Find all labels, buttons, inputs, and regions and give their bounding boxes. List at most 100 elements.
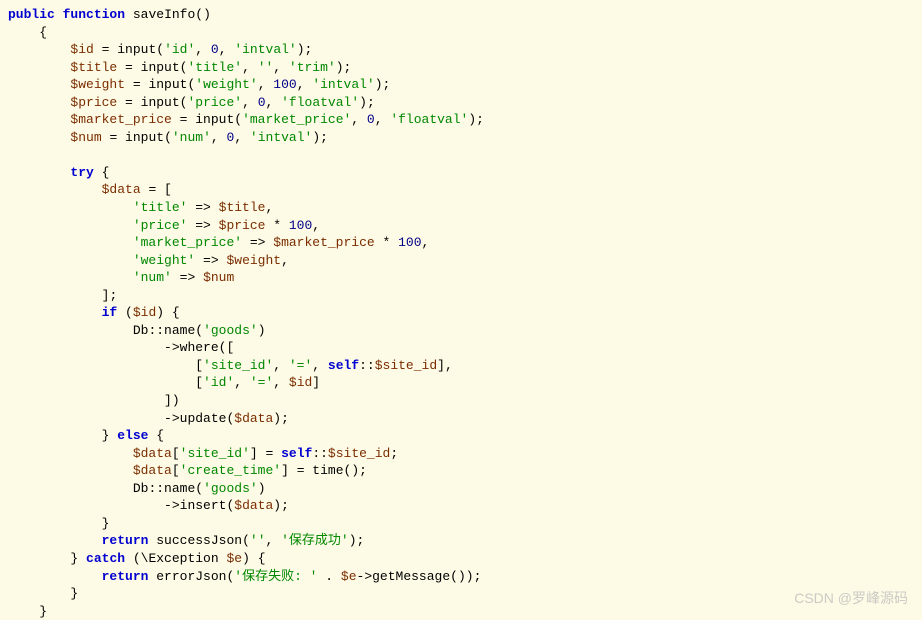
p: , [242, 95, 258, 110]
p: ; [390, 446, 398, 461]
p: ( [242, 533, 250, 548]
p: :: [148, 481, 164, 496]
var: $data [234, 498, 273, 513]
var: $data [133, 463, 172, 478]
p: ] [437, 358, 445, 373]
code-block: public function saveInfo() { $id = input… [8, 6, 914, 620]
fn: errorJson [156, 569, 226, 584]
p: , [273, 60, 289, 75]
p: ( [234, 112, 242, 127]
op: => [195, 253, 226, 268]
fn-name: saveInfo [133, 7, 195, 22]
op: = [94, 42, 117, 57]
p: :: [312, 446, 328, 461]
var: $data [102, 182, 141, 197]
str: 'price' [133, 218, 188, 233]
p: , [265, 200, 273, 215]
str: 'id' [164, 42, 195, 57]
p: , [242, 60, 258, 75]
str: 'title' [133, 200, 188, 215]
str: '保存成功' [281, 533, 349, 548]
p: :: [359, 358, 375, 373]
p: [ [172, 446, 180, 461]
kw: self [281, 446, 312, 461]
p: ( [117, 305, 133, 320]
str: 'site_id' [203, 358, 273, 373]
p: [ [172, 463, 180, 478]
p: } [102, 516, 110, 531]
str: '保存失败: ' [234, 569, 317, 584]
num: 0 [258, 95, 266, 110]
kw: try [70, 165, 93, 180]
var: $price [219, 218, 266, 233]
p: ) [336, 60, 344, 75]
p: , [273, 375, 289, 390]
p: ) [258, 481, 266, 496]
var: $market_price [70, 112, 171, 127]
p: ) { [242, 551, 265, 566]
p: ) [312, 130, 320, 145]
var: $e [341, 569, 357, 584]
kw: return [102, 569, 149, 584]
p: ) [468, 112, 476, 127]
op: = [258, 446, 281, 461]
var: $price [70, 95, 117, 110]
var: $data [133, 446, 172, 461]
str: '=' [250, 375, 273, 390]
p: , [211, 130, 227, 145]
p: ) [258, 323, 266, 338]
p: ; [476, 112, 484, 127]
var: $site_id [375, 358, 437, 373]
var: $id [133, 305, 156, 320]
p: (\ [125, 551, 148, 566]
var: $num [70, 130, 101, 145]
op: => [242, 235, 273, 250]
p: ) [458, 569, 466, 584]
op: -> [164, 498, 180, 513]
str: 'title' [187, 60, 242, 75]
keyword-public: public [8, 7, 55, 22]
p: ; [359, 463, 367, 478]
paren: ( [195, 7, 203, 22]
p: , [281, 253, 289, 268]
p: ( [450, 569, 458, 584]
str: 'floatval' [390, 112, 468, 127]
str: 'trim' [289, 60, 336, 75]
var: $e [226, 551, 242, 566]
p: ) [273, 411, 281, 426]
num: 0 [367, 112, 375, 127]
str: 'create_time' [180, 463, 281, 478]
fn: input [125, 130, 164, 145]
fn: time [312, 463, 343, 478]
str: 'intval' [312, 77, 374, 92]
p: , [351, 112, 367, 127]
op: -> [164, 411, 180, 426]
p: , [234, 375, 250, 390]
str: '' [250, 533, 266, 548]
p: , [312, 218, 320, 233]
str: '' [258, 60, 274, 75]
p: ) { [156, 305, 179, 320]
p: ( [164, 130, 172, 145]
keyword-function: function [63, 7, 125, 22]
str: 'market_price' [242, 112, 351, 127]
op: = [125, 77, 148, 92]
p: , [234, 130, 250, 145]
op: = [172, 112, 195, 127]
num: 100 [398, 235, 421, 250]
p: ; [305, 42, 313, 57]
str: 'price' [187, 95, 242, 110]
fn: input [141, 95, 180, 110]
cls: Db [133, 323, 149, 338]
p: ; [281, 411, 289, 426]
op: = [117, 60, 140, 75]
op: = [289, 463, 312, 478]
str: 'intval' [250, 130, 312, 145]
paren: ) [203, 7, 211, 22]
num: 100 [289, 218, 312, 233]
fn: update [180, 411, 227, 426]
cls: Db [133, 481, 149, 496]
num: 100 [273, 77, 296, 92]
p: ] [164, 393, 172, 408]
kw: return [102, 533, 149, 548]
